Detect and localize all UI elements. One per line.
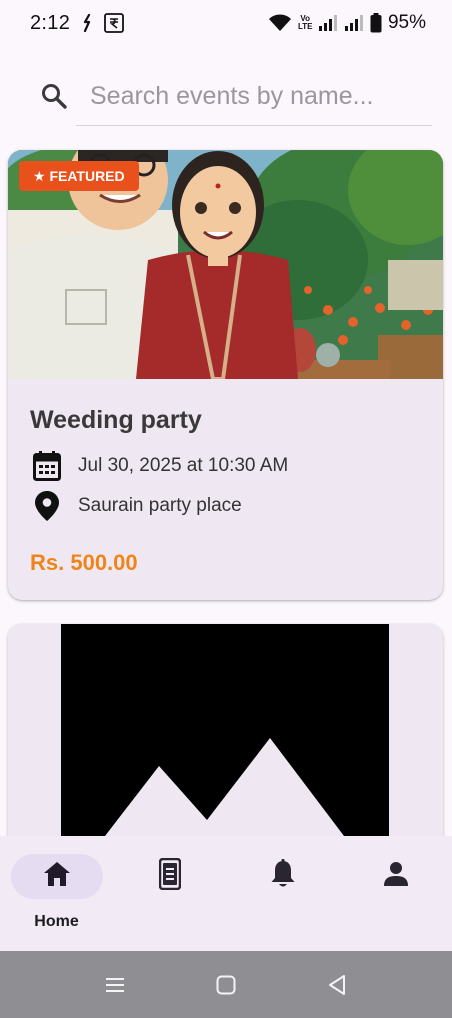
nav-item-tickets[interactable]	[113, 836, 226, 951]
back-icon[interactable]	[317, 965, 357, 1005]
search-input[interactable]	[90, 81, 410, 111]
event-date: Jul 30, 2025 at 10:30 AM	[78, 455, 289, 476]
status-bar: 2:12 Vo LTE 95%	[0, 0, 452, 46]
search-underline	[76, 125, 432, 126]
status-time: 2:12	[30, 11, 71, 34]
status-left: 2:12	[30, 11, 125, 35]
notification-icon	[80, 14, 94, 32]
profile-icon[interactable]	[383, 861, 409, 892]
event-date-row: Jul 30, 2025 at 10:30 AM	[32, 451, 288, 481]
event-location: Saurain party place	[78, 495, 242, 516]
system-navigation-bar	[0, 951, 452, 1018]
featured-badge: ★ FEATURED	[19, 161, 139, 191]
wifi-icon	[268, 14, 292, 32]
event-price: Rs. 500.00	[30, 550, 138, 575]
search-icon[interactable]	[30, 72, 78, 120]
recent-apps-icon[interactable]	[95, 965, 135, 1005]
bell-icon[interactable]	[270, 859, 296, 894]
battery-percent: 95%	[387, 12, 426, 33]
tickets-icon[interactable]	[158, 857, 181, 895]
nav-item-home[interactable]: Home	[0, 836, 113, 951]
event-location-row: Saurain party place	[32, 491, 242, 521]
rupee-app-icon	[104, 13, 125, 33]
event-title: Weeding party	[30, 406, 202, 434]
search-bar[interactable]	[28, 66, 432, 126]
home-button-icon[interactable]	[206, 965, 246, 1005]
battery-icon	[370, 13, 382, 33]
nav-label-home: Home	[34, 913, 79, 930]
location-pin-icon	[32, 491, 62, 521]
home-icon[interactable]	[43, 861, 71, 892]
nav-icon-wrap	[237, 854, 329, 899]
nav-active-indicator	[10, 854, 103, 899]
bottom-navigation: Home	[0, 836, 452, 951]
signal-icon	[318, 14, 338, 32]
signal-icon	[344, 14, 364, 32]
nav-icon-wrap	[124, 854, 216, 899]
nav-item-notifications[interactable]	[226, 836, 339, 951]
nav-icon-wrap	[350, 854, 442, 899]
event-image: ★ FEATURED	[8, 150, 443, 379]
volte-icon: Vo LTE	[297, 14, 313, 31]
calendar-icon	[32, 451, 62, 481]
nav-item-profile[interactable]	[339, 836, 452, 951]
event-card[interactable]: ★ FEATURED Weeding party Jul 30, 2025 at…	[8, 150, 443, 600]
status-right: Vo LTE 95%	[268, 12, 426, 34]
